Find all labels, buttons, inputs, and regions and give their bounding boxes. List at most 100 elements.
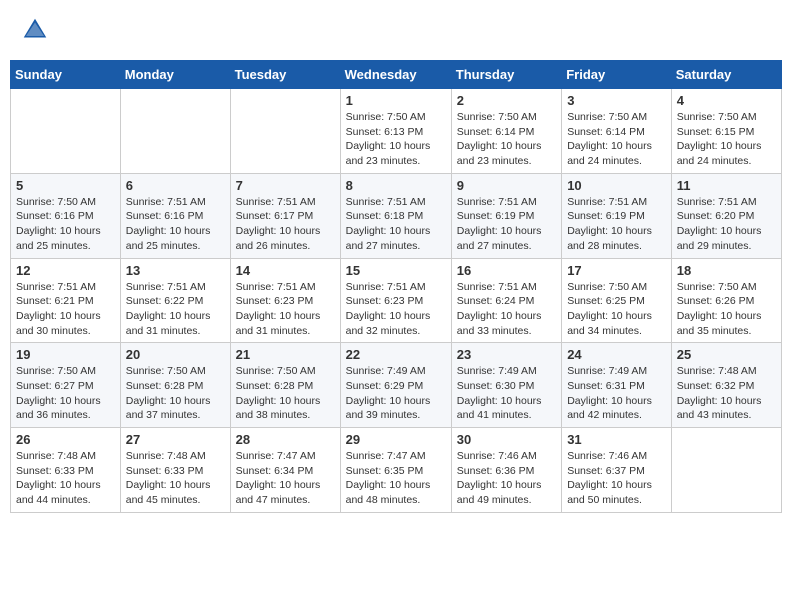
- column-header-friday: Friday: [562, 61, 672, 89]
- day-number: 29: [346, 432, 446, 447]
- day-info: Sunrise: 7:51 AM Sunset: 6:23 PM Dayligh…: [236, 280, 335, 339]
- day-number: 3: [567, 93, 666, 108]
- day-info: Sunrise: 7:47 AM Sunset: 6:35 PM Dayligh…: [346, 449, 446, 508]
- calendar-cell: 6 Sunrise: 7:51 AM Sunset: 6:16 PM Daylig…: [120, 173, 230, 258]
- day-info: Sunrise: 7:47 AM Sunset: 6:34 PM Dayligh…: [236, 449, 335, 508]
- day-number: 17: [567, 263, 666, 278]
- day-info: Sunrise: 7:50 AM Sunset: 6:14 PM Dayligh…: [457, 110, 556, 169]
- calendar-cell: 20 Sunrise: 7:50 AM Sunset: 6:28 PM Dayli…: [120, 343, 230, 428]
- calendar-cell: [230, 89, 340, 174]
- day-info: Sunrise: 7:50 AM Sunset: 6:26 PM Dayligh…: [677, 280, 776, 339]
- column-header-tuesday: Tuesday: [230, 61, 340, 89]
- day-number: 27: [126, 432, 225, 447]
- day-number: 15: [346, 263, 446, 278]
- calendar-header-row: SundayMondayTuesdayWednesdayThursdayFrid…: [11, 61, 782, 89]
- calendar-cell: [120, 89, 230, 174]
- calendar-cell: 26Sunrise: 7:48 AM Sunset: 6:33 PM Dayli…: [11, 428, 121, 513]
- day-info: Sunrise: 7:50 AM Sunset: 6:25 PM Dayligh…: [567, 280, 666, 339]
- day-number: 19: [16, 347, 115, 362]
- day-number: 10: [567, 178, 666, 193]
- day-number: 16: [457, 263, 556, 278]
- calendar-cell: 11Sunrise: 7:51 AM Sunset: 6:20 PM Dayli…: [671, 173, 781, 258]
- day-info: Sunrise: 7:50 AM Sunset: 6:28 PM Dayligh…: [126, 364, 225, 423]
- day-number: 25: [677, 347, 776, 362]
- calendar-cell: 1Sunrise: 7:50 AM Sunset: 6:13 PM Daylig…: [340, 89, 451, 174]
- day-number: 22: [346, 347, 446, 362]
- day-number: 9: [457, 178, 556, 193]
- calendar-cell: 31 Sunrise: 7:46 AM Sunset: 6:37 PM Dayli…: [562, 428, 672, 513]
- day-info: Sunrise: 7:50 AM Sunset: 6:13 PM Dayligh…: [346, 110, 446, 169]
- day-info: Sunrise: 7:51 AM Sunset: 6:19 PM Dayligh…: [457, 195, 556, 254]
- column-header-monday: Monday: [120, 61, 230, 89]
- day-number: 12: [16, 263, 115, 278]
- day-info: Sunrise: 7:46 AM Sunset: 6:36 PM Dayligh…: [457, 449, 556, 508]
- day-info: Sunrise: 7:51 AM Sunset: 6:22 PM Dayligh…: [126, 280, 225, 339]
- calendar-cell: 30 Sunrise: 7:46 AM Sunset: 6:36 PM Dayli…: [451, 428, 561, 513]
- calendar-cell: 5Sunrise: 7:50 AM Sunset: 6:16 PM Daylig…: [11, 173, 121, 258]
- calendar-cell: 23Sunrise: 7:49 AM Sunset: 6:30 PM Dayli…: [451, 343, 561, 428]
- calendar-cell: 7 Sunrise: 7:51 AM Sunset: 6:17 PM Daylig…: [230, 173, 340, 258]
- day-number: 2: [457, 93, 556, 108]
- calendar-cell: 13 Sunrise: 7:51 AM Sunset: 6:22 PM Dayli…: [120, 258, 230, 343]
- day-info: Sunrise: 7:51 AM Sunset: 6:18 PM Dayligh…: [346, 195, 446, 254]
- calendar-cell: 18 Sunrise: 7:50 AM Sunset: 6:26 PM Dayli…: [671, 258, 781, 343]
- day-info: Sunrise: 7:50 AM Sunset: 6:14 PM Dayligh…: [567, 110, 666, 169]
- day-number: 20: [126, 347, 225, 362]
- column-header-saturday: Saturday: [671, 61, 781, 89]
- logo: [20, 15, 54, 45]
- day-number: 31: [567, 432, 666, 447]
- calendar-cell: 21Sunrise: 7:50 AM Sunset: 6:28 PM Dayli…: [230, 343, 340, 428]
- calendar-cell: 10 Sunrise: 7:51 AM Sunset: 6:19 PM Dayli…: [562, 173, 672, 258]
- day-number: 30: [457, 432, 556, 447]
- calendar-cell: 8 Sunrise: 7:51 AM Sunset: 6:18 PM Daylig…: [340, 173, 451, 258]
- calendar-cell: [671, 428, 781, 513]
- day-number: 28: [236, 432, 335, 447]
- calendar-cell: 12 Sunrise: 7:51 AM Sunset: 6:21 PM Dayli…: [11, 258, 121, 343]
- day-number: 4: [677, 93, 776, 108]
- day-number: 18: [677, 263, 776, 278]
- day-info: Sunrise: 7:51 AM Sunset: 6:16 PM Dayligh…: [126, 195, 225, 254]
- day-info: Sunrise: 7:50 AM Sunset: 6:27 PM Dayligh…: [16, 364, 115, 423]
- calendar-cell: 2 Sunrise: 7:50 AM Sunset: 6:14 PM Daylig…: [451, 89, 561, 174]
- day-number: 14: [236, 263, 335, 278]
- column-header-wednesday: Wednesday: [340, 61, 451, 89]
- calendar-cell: 25Sunrise: 7:48 AM Sunset: 6:32 PM Dayli…: [671, 343, 781, 428]
- calendar-cell: 15 Sunrise: 7:51 AM Sunset: 6:23 PM Dayli…: [340, 258, 451, 343]
- calendar-cell: [11, 89, 121, 174]
- day-info: Sunrise: 7:51 AM Sunset: 6:17 PM Dayligh…: [236, 195, 335, 254]
- day-info: Sunrise: 7:51 AM Sunset: 6:24 PM Dayligh…: [457, 280, 556, 339]
- day-number: 7: [236, 178, 335, 193]
- day-number: 23: [457, 347, 556, 362]
- day-info: Sunrise: 7:46 AM Sunset: 6:37 PM Dayligh…: [567, 449, 666, 508]
- calendar-week-3: 12 Sunrise: 7:51 AM Sunset: 6:21 PM Dayli…: [11, 258, 782, 343]
- day-number: 8: [346, 178, 446, 193]
- day-info: Sunrise: 7:51 AM Sunset: 6:19 PM Dayligh…: [567, 195, 666, 254]
- column-header-sunday: Sunday: [11, 61, 121, 89]
- day-info: Sunrise: 7:51 AM Sunset: 6:21 PM Dayligh…: [16, 280, 115, 339]
- calendar-cell: 4 Sunrise: 7:50 AM Sunset: 6:15 PM Daylig…: [671, 89, 781, 174]
- calendar-week-5: 26Sunrise: 7:48 AM Sunset: 6:33 PM Dayli…: [11, 428, 782, 513]
- calendar-cell: 14 Sunrise: 7:51 AM Sunset: 6:23 PM Dayli…: [230, 258, 340, 343]
- calendar-cell: 24Sunrise: 7:49 AM Sunset: 6:31 PM Dayli…: [562, 343, 672, 428]
- calendar-cell: 29 Sunrise: 7:47 AM Sunset: 6:35 PM Dayli…: [340, 428, 451, 513]
- page-header: [10, 10, 782, 50]
- calendar-cell: 17 Sunrise: 7:50 AM Sunset: 6:25 PM Dayli…: [562, 258, 672, 343]
- calendar-week-1: 1Sunrise: 7:50 AM Sunset: 6:13 PM Daylig…: [11, 89, 782, 174]
- calendar-cell: 27 Sunrise: 7:48 AM Sunset: 6:33 PM Dayli…: [120, 428, 230, 513]
- day-info: Sunrise: 7:51 AM Sunset: 6:20 PM Dayligh…: [677, 195, 776, 254]
- logo-icon: [20, 15, 50, 45]
- calendar-week-4: 19 Sunrise: 7:50 AM Sunset: 6:27 PM Dayli…: [11, 343, 782, 428]
- day-number: 13: [126, 263, 225, 278]
- calendar: SundayMondayTuesdayWednesdayThursdayFrid…: [10, 60, 782, 513]
- day-number: 24: [567, 347, 666, 362]
- day-number: 21: [236, 347, 335, 362]
- day-info: Sunrise: 7:51 AM Sunset: 6:23 PM Dayligh…: [346, 280, 446, 339]
- day-info: Sunrise: 7:49 AM Sunset: 6:29 PM Dayligh…: [346, 364, 446, 423]
- calendar-cell: 19 Sunrise: 7:50 AM Sunset: 6:27 PM Dayli…: [11, 343, 121, 428]
- calendar-cell: 28 Sunrise: 7:47 AM Sunset: 6:34 PM Dayli…: [230, 428, 340, 513]
- day-info: Sunrise: 7:50 AM Sunset: 6:15 PM Dayligh…: [677, 110, 776, 169]
- day-info: Sunrise: 7:48 AM Sunset: 6:33 PM Dayligh…: [126, 449, 225, 508]
- calendar-week-2: 5Sunrise: 7:50 AM Sunset: 6:16 PM Daylig…: [11, 173, 782, 258]
- day-number: 6: [126, 178, 225, 193]
- day-info: Sunrise: 7:48 AM Sunset: 6:33 PM Dayligh…: [16, 449, 115, 508]
